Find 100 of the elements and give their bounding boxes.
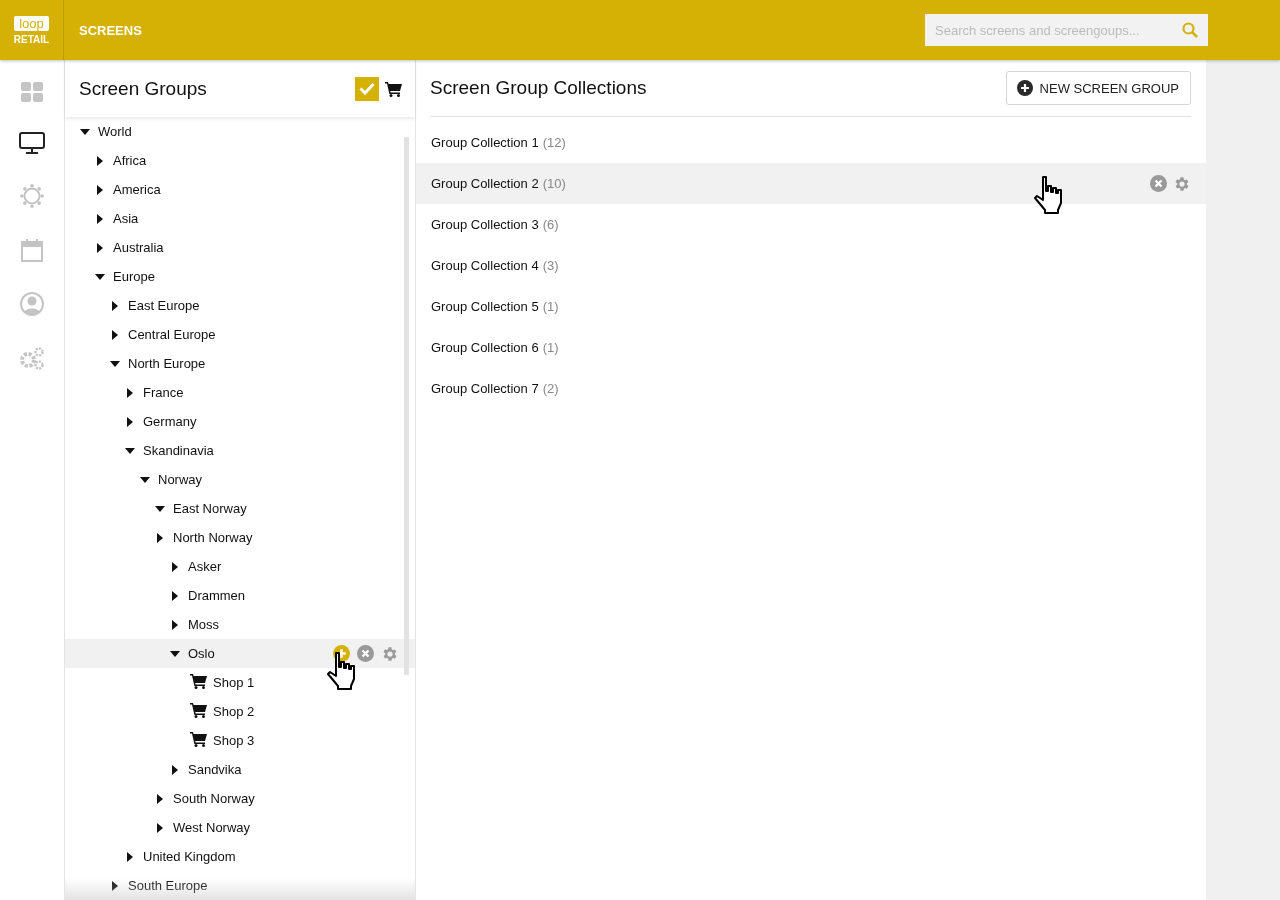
tree-item[interactable]: South Norway — [65, 784, 415, 813]
expanded-arrow-icon[interactable] — [170, 648, 180, 659]
tree-item[interactable]: France — [65, 378, 415, 407]
tree-item[interactable]: North Europe — [65, 349, 415, 378]
tree-item[interactable]: United Kingdom — [65, 842, 415, 871]
collapsed-arrow-icon[interactable] — [170, 561, 180, 572]
collection-count: (1) — [542, 340, 559, 355]
tree-item-label: Norway — [158, 472, 203, 487]
collapsed-arrow-icon[interactable] — [110, 329, 120, 340]
collapsed-arrow-icon[interactable] — [110, 880, 120, 891]
tree-item[interactable]: Drammen — [65, 581, 415, 610]
tree-item[interactable]: Shop 3 — [65, 726, 415, 755]
tree-item-label: Shop 1 — [213, 675, 255, 690]
expanded-arrow-icon[interactable] — [80, 126, 90, 137]
tree-item-label: East Europe — [128, 298, 200, 313]
tree-item[interactable]: Moss — [65, 610, 415, 639]
tree-item[interactable]: Oslo — [65, 639, 415, 668]
tree-item-label: Asker — [188, 559, 222, 574]
tree-item-label: Europe — [113, 269, 155, 284]
logo-wordmark: loop — [14, 15, 49, 31]
tree-item-label: Drammen — [188, 588, 246, 603]
tree-item-label: South Europe — [128, 878, 208, 893]
tree-item-label: World — [98, 124, 132, 139]
collapsed-arrow-icon[interactable] — [95, 184, 105, 195]
tree-item[interactable]: Asker — [65, 552, 415, 581]
tree-item-label: East Norway — [173, 501, 247, 516]
tree-item[interactable]: South Europe — [65, 871, 415, 900]
collection-row[interactable]: Group Collection 2 (10) — [416, 163, 1206, 204]
collapsed-arrow-icon[interactable] — [170, 764, 180, 775]
tree-item-label: Sandvika — [188, 762, 242, 777]
tree-item-label: United Kingdom — [143, 849, 236, 864]
collection-count: (2) — [542, 381, 559, 396]
new-screen-group-button[interactable]: NEW SCREEN GROUP — [1005, 71, 1191, 105]
tree-item[interactable]: Central Europe — [65, 320, 415, 349]
collection-count: (10) — [542, 176, 566, 191]
collection-row[interactable]: Group Collection 6 (1) — [416, 327, 1206, 368]
collapsed-arrow-icon[interactable] — [155, 822, 165, 833]
collapsed-arrow-icon[interactable] — [95, 242, 105, 253]
cart-icon — [190, 702, 208, 718]
tree-item[interactable]: Shop 2 — [65, 697, 415, 726]
tree-item-label: Moss — [188, 617, 220, 632]
collection-name: Group Collection 4 — [431, 258, 539, 273]
tree-item[interactable]: North Norway — [65, 523, 415, 552]
tree-item[interactable]: Norway — [65, 465, 415, 494]
collapsed-arrow-icon[interactable] — [125, 387, 135, 398]
collection-name: Group Collection 2 — [431, 176, 539, 191]
tree-item[interactable]: America — [65, 175, 415, 204]
collection-row[interactable]: Group Collection 1 (12) — [416, 122, 1206, 163]
tree-item[interactable]: West Norway — [65, 813, 415, 842]
tree-item[interactable]: Sandvika — [65, 755, 415, 784]
expanded-arrow-icon[interactable] — [95, 271, 105, 282]
collection-row[interactable]: Group Collection 7 (2) — [416, 368, 1206, 409]
expanded-arrow-icon[interactable] — [140, 474, 150, 485]
tree-item-label: Skandinavia — [143, 443, 214, 458]
collapsed-arrow-icon[interactable] — [110, 300, 120, 311]
collapsed-arrow-icon[interactable] — [125, 851, 135, 862]
tree-item[interactable]: East Europe — [65, 291, 415, 320]
collection-row[interactable]: Group Collection 4 (3) — [416, 245, 1206, 286]
section-title: SCREENS — [79, 22, 142, 38]
remove-icon[interactable] — [357, 645, 374, 662]
tree-item[interactable]: Africa — [65, 146, 415, 175]
monitor-icon[interactable] — [19, 132, 45, 154]
tree-item-label: Africa — [113, 153, 147, 168]
collapsed-arrow-icon[interactable] — [170, 619, 180, 630]
collection-row[interactable]: Group Collection 3 (6) — [416, 204, 1206, 245]
select-all-checkbox[interactable] — [355, 76, 379, 101]
collapsed-arrow-icon[interactable] — [170, 590, 180, 601]
tree-item[interactable]: Europe — [65, 262, 415, 291]
collapsed-arrow-icon[interactable] — [95, 213, 105, 224]
collection-count: (6) — [542, 217, 559, 232]
collapsed-arrow-icon[interactable] — [125, 416, 135, 427]
tree-item[interactable]: Australia — [65, 233, 415, 262]
expanded-arrow-icon[interactable] — [155, 503, 165, 514]
tree-item-label: Oslo — [188, 646, 215, 661]
tree-item-label: North Europe — [128, 356, 206, 371]
tree-item[interactable]: East Norway — [65, 494, 415, 523]
expanded-arrow-icon[interactable] — [125, 445, 135, 456]
tree-item-label: North Norway — [173, 530, 253, 545]
plus-circle-icon — [1016, 80, 1033, 96]
collapsed-arrow-icon[interactable] — [95, 155, 105, 166]
tree-item-label: Shop 2 — [213, 704, 255, 719]
collection-name: Group Collection 1 — [431, 135, 539, 150]
collapsed-arrow-icon[interactable] — [155, 532, 165, 543]
tree-item-label: West Norway — [173, 820, 251, 835]
remove-icon[interactable] — [1150, 175, 1167, 192]
panel-title: Screen Groups — [79, 77, 208, 100]
scrollbar[interactable] — [404, 137, 409, 675]
tree-item-label: Australia — [113, 240, 164, 255]
collapsed-arrow-icon[interactable] — [155, 793, 165, 804]
tree-item[interactable]: Shop 1 — [65, 668, 415, 697]
collection-row[interactable]: Group Collection 5 (1) — [416, 286, 1206, 327]
tree-item-label: America — [113, 182, 161, 197]
tree-item[interactable]: Germany — [65, 407, 415, 436]
cart-icon — [190, 673, 208, 689]
expanded-arrow-icon[interactable] — [110, 358, 120, 369]
collection-name: Group Collection 3 — [431, 217, 539, 232]
collection-count: (12) — [542, 135, 566, 150]
tree-item[interactable]: World — [65, 117, 415, 146]
tree-item[interactable]: Skandinavia — [65, 436, 415, 465]
tree-item[interactable]: Asia — [65, 204, 415, 233]
